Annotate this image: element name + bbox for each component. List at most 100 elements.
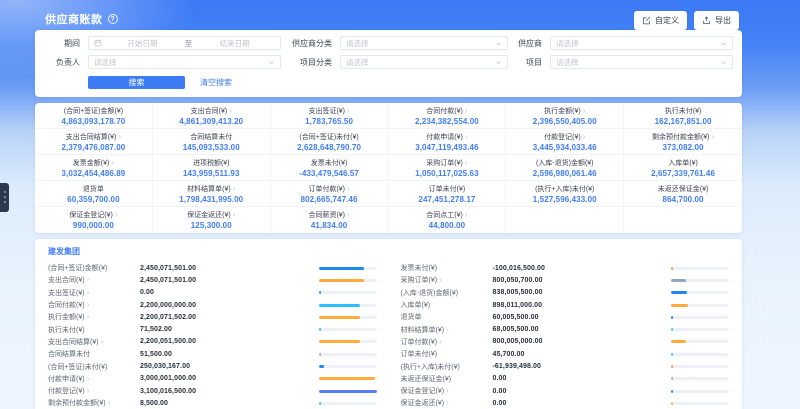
stat-cell: 未返还保证金(¥)› 864,700.00	[624, 181, 742, 207]
stat-cell[interactable]: 发票金额(¥)› 3,032,454,486.89	[35, 155, 153, 181]
stat-label: 支出签证(¥)	[308, 106, 345, 116]
metric-bar-fill	[319, 328, 321, 331]
stat-label: 采购订单(¥)	[426, 158, 463, 168]
export-button[interactable]: 导出	[694, 11, 739, 30]
metric-bar-fill	[671, 353, 673, 356]
owner-select[interactable]: 请选择	[88, 55, 281, 69]
group-title[interactable]: 建发集团	[48, 246, 732, 257]
stat-label: 支出合同(¥)	[191, 106, 228, 116]
metric-bar-fill	[671, 377, 673, 380]
supplier-category-select[interactable]: 请选择	[340, 36, 508, 50]
metric-bar	[319, 365, 377, 368]
metric-bar	[671, 304, 729, 307]
stat-value: 145,093,533.00	[183, 143, 240, 152]
metric-bar	[671, 377, 729, 380]
chevron-down-icon	[268, 59, 275, 66]
metric-bar	[319, 279, 377, 282]
metric-value: 2,200,000,000.00	[140, 302, 319, 309]
stat-label: 进项税额(¥)	[193, 158, 230, 168]
stat-label: 入库单(¥)	[668, 158, 698, 168]
metric-value: 71,502.00	[140, 326, 319, 333]
metric-bar-fill	[319, 316, 360, 319]
stat-label: 合同薪资(¥)	[308, 210, 345, 220]
metric-row: 退货单› 60,005,500.00	[401, 311, 730, 323]
supplier-label: 供应商	[508, 38, 550, 49]
metric-bar-fill	[319, 402, 321, 405]
stat-value: 3,032,454,486.89	[61, 169, 125, 178]
project-category-select[interactable]: 请选择	[340, 55, 508, 69]
customize-button[interactable]: 自定义	[634, 11, 687, 30]
stat-cell[interactable]: 合同薪资(¥)› 41,834.00	[271, 207, 389, 233]
chevron-right-icon: ›	[87, 290, 90, 296]
stat-cell[interactable]: 付款登记(¥)› 3,445,934,033.46	[506, 129, 624, 155]
stat-value: 2,657,339,761.46	[651, 169, 715, 178]
metric-value: 800,005,000.00	[493, 338, 672, 345]
stat-cell[interactable]: 合同点工(¥)› 44,800.00	[389, 207, 507, 233]
metric-label: (合同+签证)金额(¥)	[48, 263, 107, 273]
page-title: 供应商账款	[45, 11, 103, 27]
stat-cell[interactable]: 执行金额(¥)› 2,396,550,405.00	[506, 103, 624, 129]
end-date-placeholder: 结束日期	[194, 38, 275, 49]
stat-value: 2,628,648,790.70	[297, 143, 361, 152]
chevron-right-icon: ›	[101, 339, 104, 345]
help-icon[interactable]: ?	[108, 14, 118, 24]
chevron-right-icon: ›	[87, 388, 90, 394]
stat-value: 3,445,934,033.46	[533, 143, 597, 152]
chevron-right-icon: ›	[465, 160, 468, 166]
supplier-select[interactable]: 请选择	[550, 36, 733, 50]
date-range-input[interactable]: 开始日期 至 结束日期	[88, 36, 281, 50]
stat-cell-empty	[624, 207, 742, 233]
stat-label: 支出合同结算(¥)	[66, 132, 117, 142]
drawer-handle[interactable]	[0, 183, 9, 212]
stat-value: 2,396,550,405.00	[533, 117, 597, 126]
metric-label: 保证金返还(¥)	[401, 398, 445, 408]
stat-cell[interactable]: 剩余预付款金额(¥)› 373,082.00	[624, 129, 742, 155]
stat-label: 付款申请(¥)	[426, 132, 463, 142]
metric-bar-fill	[671, 340, 686, 343]
chevron-right-icon: ›	[465, 108, 468, 114]
clear-search-link[interactable]: 清空搜索	[200, 77, 232, 88]
metric-row: 订单付款(¥)› 800,005,000.00	[401, 336, 730, 348]
page-header: 供应商账款 ?	[45, 11, 118, 27]
chevron-right-icon: ›	[583, 134, 586, 140]
chevron-right-icon: ›	[347, 108, 350, 114]
chevron-right-icon: ›	[446, 327, 449, 333]
chevron-down-icon	[720, 59, 727, 66]
stat-label: (入库-退货)金额(¥)	[536, 158, 594, 168]
stat-cell[interactable]: 采购订单(¥)› 1,050,117,025.63	[389, 155, 507, 181]
stat-value: 802,665,747.46	[301, 195, 358, 204]
stat-cell[interactable]: 支出合同(¥)› 4,861,309,413.20	[153, 103, 271, 129]
chevron-right-icon: ›	[446, 388, 449, 394]
stat-cell[interactable]: 支出合同结算(¥)› 2,379,476,087.00	[35, 129, 153, 155]
chevron-down-icon	[720, 40, 727, 47]
metric-bar	[671, 267, 729, 270]
stat-cell[interactable]: 材料结算单(¥)› 1,798,431,995.00	[153, 181, 271, 207]
metric-bar-fill	[319, 353, 321, 356]
metric-row: 采购订单(¥)› 800,050,700.00	[401, 274, 730, 286]
search-button[interactable]: 搜索	[88, 76, 185, 89]
metric-value: 68,005,500.00	[493, 326, 672, 333]
chevron-right-icon: ›	[347, 212, 350, 218]
chevron-right-icon: ›	[108, 400, 111, 406]
stat-cell[interactable]: 保证金返还(¥)› 125,300.00	[153, 207, 271, 233]
stat-cell[interactable]: 支出签证(¥)› 1,783,765.50	[271, 103, 389, 129]
metric-value: 0.00	[140, 289, 319, 296]
stat-value: 143,959,511.93	[183, 169, 240, 178]
stat-cell[interactable]: 订单付款(¥)› 802,665,747.46	[271, 181, 389, 207]
stat-cell[interactable]: 付款申请(¥)› 3,047,119,493.46	[389, 129, 507, 155]
stat-cell[interactable]: 合同付款(¥)› 2,234,382,554.00	[389, 103, 507, 129]
chevron-right-icon: ›	[347, 186, 350, 192]
stat-value: 247,451,278.17	[418, 195, 475, 204]
stat-cell[interactable]: 保证金登记(¥)› 990,000.00	[35, 207, 153, 233]
metric-bar-fill	[319, 390, 377, 393]
stat-value: 4,863,093,178.70	[61, 117, 125, 126]
stat-cell: 发票未付(¥)› -433,479,546.57	[271, 155, 389, 181]
chevron-right-icon: ›	[233, 212, 236, 218]
chevron-down-icon	[495, 59, 502, 66]
project-select[interactable]: 请选择	[550, 55, 733, 69]
chevron-right-icon: ›	[233, 186, 236, 192]
chevron-right-icon: ›	[439, 277, 442, 283]
stat-cell: 执行未付(¥)› 162,167,851.00	[624, 103, 742, 129]
metric-value: 898,011,000.00	[493, 302, 672, 309]
metric-row: 发票未付(¥)› -100,016,500.00	[401, 262, 730, 274]
